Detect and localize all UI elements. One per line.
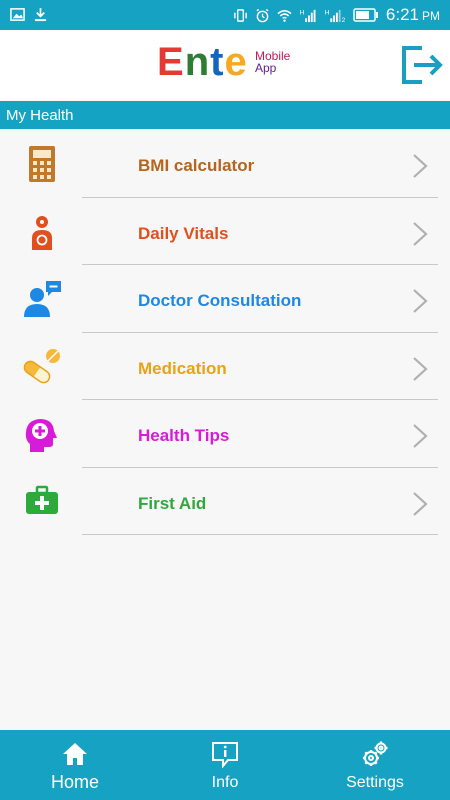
pill-icon [23,348,60,385]
battery-icon [353,8,378,22]
status-time-value: 6:21 [385,5,419,24]
status-bar-right: H H 2 6:21 PM [233,5,440,25]
alarm-icon [256,8,269,22]
signal-2-icon: H 2 [325,9,346,23]
wifi-icon [277,9,292,22]
menu-item-health-tips[interactable]: Health Tips [0,400,450,468]
vibrate-icon [234,8,247,22]
logout-icon [402,46,443,84]
gallery-notification-icon [10,8,25,21]
menu-item-label: Daily Vitals [138,223,229,243]
nav-info[interactable]: Info [150,730,300,800]
menu-item-bmi-calculator[interactable]: BMI calculator [0,130,450,198]
info-icon [212,742,238,768]
bottom-navigation: Home Info Settings [0,730,450,800]
calculator-icon [29,146,55,182]
signal-1-icon: H [299,9,316,22]
health-tips-icon [25,419,57,452]
vitals-icon [32,215,52,250]
logo-letter: n [184,40,211,84]
menu-item-daily-vitals[interactable]: Daily Vitals [0,198,450,265]
section-title-bar: My Health [0,101,450,129]
svg-text:2: 2 [341,17,345,23]
menu-item-label: Medication [138,358,227,378]
nav-home[interactable]: Home [0,730,150,800]
first-aid-icon [26,485,58,514]
app-logo: Ente Mobile App [157,40,307,90]
settings-icon [363,741,388,766]
divider [82,534,438,535]
menu-item-label: First Aid [138,493,207,513]
menu-item-label: BMI calculator [138,156,255,175]
chevron-right-icon [413,289,428,313]
svg-text:H: H [325,9,330,16]
status-bar: H H 2 6:21 PM [0,0,450,30]
menu-item-label: Doctor Consultation [138,291,302,310]
nav-info-label: Info [211,774,239,791]
menu-item-doctor-consultation[interactable]: Doctor Consultation [0,265,450,333]
logo-letter: t [210,40,225,84]
chevron-right-icon [413,424,428,448]
logo-sub-app: App [255,61,277,75]
logo-main-text: Ente [157,40,248,85]
menu-item-first-aid[interactable]: First Aid [0,468,450,535]
nav-settings[interactable]: Settings [300,730,450,800]
download-notification-icon [34,7,47,22]
status-bar-left [10,7,48,22]
doctor-consultation-icon [24,281,61,317]
health-menu-list: BMI calculator Daily Vitals Doctor Consu… [0,130,450,535]
chevron-right-icon [413,356,428,381]
status-time: 6:21 PM [386,5,440,25]
section-title: My Health [6,107,74,124]
app-header: Ente Mobile App [0,30,450,100]
nav-settings-label: Settings [346,774,404,791]
chevron-right-icon [413,491,428,516]
nav-home-label: Home [50,772,99,792]
logout-button[interactable] [400,42,444,88]
chevron-right-icon [413,221,428,246]
menu-item-label: Health Tips [138,426,230,445]
status-time-ampm: PM [422,9,440,23]
chevron-right-icon [413,154,428,178]
menu-item-medication[interactable]: Medication [0,333,450,400]
logo-letter: e [224,40,248,84]
logo-letter: E [157,40,185,84]
svg-text:H: H [299,9,304,16]
home-icon [63,743,87,765]
